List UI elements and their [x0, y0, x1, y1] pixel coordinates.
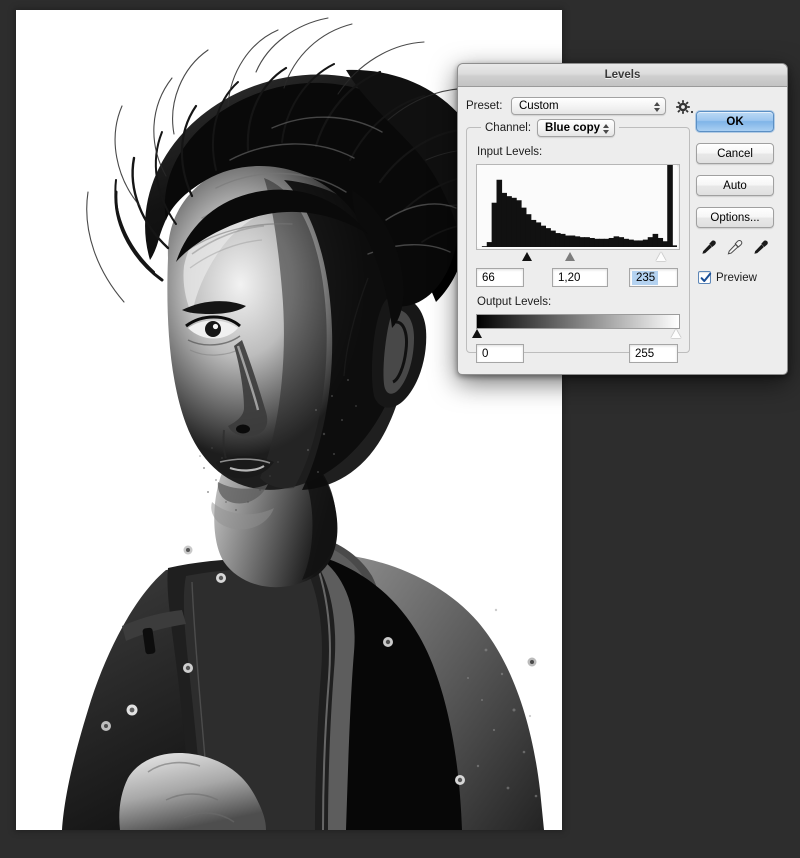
channel-label: Channel:	[485, 122, 531, 134]
input-level-sliders[interactable]	[476, 250, 678, 262]
input-gamma-value: 1,20	[553, 272, 580, 284]
input-levels-group: Channel: Blue copy Input Levels:	[466, 127, 690, 353]
levels-dialog[interactable]: Levels Preset: Custom	[457, 63, 788, 375]
gear-icon[interactable]	[676, 99, 694, 115]
preview-label: Preview	[716, 272, 757, 284]
gray-point-eyedropper-icon[interactable]	[726, 239, 743, 261]
histogram-plot	[477, 165, 677, 247]
gamma-slider[interactable]	[565, 252, 575, 261]
channel-row: Channel: Blue copy	[481, 118, 619, 138]
checkmark-icon	[700, 272, 712, 284]
preset-value: Custom	[512, 100, 559, 112]
output-black-value: 0	[477, 348, 488, 360]
black-point-slider[interactable]	[522, 252, 532, 261]
eyedropper-row	[696, 239, 778, 261]
options-button[interactable]: Options...	[696, 207, 774, 228]
black-point-eyedropper-icon[interactable]	[700, 239, 717, 261]
channel-dropdown[interactable]: Blue copy	[537, 119, 615, 137]
input-black-field[interactable]: 66	[476, 268, 524, 287]
input-white-field[interactable]: 235	[629, 268, 678, 287]
chevron-updown-icon	[652, 99, 661, 115]
input-levels-label: Input Levels:	[477, 146, 542, 158]
output-black-slider[interactable]	[472, 329, 482, 338]
dialog-title: Levels	[605, 69, 641, 81]
input-white-value: 235	[632, 271, 658, 285]
output-levels-label: Output Levels:	[477, 296, 551, 308]
output-level-sliders[interactable]	[476, 327, 678, 339]
dialog-button-column: OK Cancel Auto Options...	[696, 111, 778, 284]
auto-button[interactable]: Auto	[696, 175, 774, 196]
white-point-slider[interactable]	[656, 252, 666, 261]
input-gamma-field[interactable]: 1,20	[552, 268, 608, 287]
dialog-title-bar[interactable]: Levels	[458, 64, 787, 87]
preset-label: Preset:	[466, 100, 502, 112]
output-white-value: 255	[630, 348, 654, 360]
histogram[interactable]	[476, 164, 680, 250]
preview-checkbox[interactable]	[698, 271, 711, 284]
output-black-field[interactable]: 0	[476, 344, 524, 363]
input-black-value: 66	[477, 272, 495, 284]
chevron-updown-icon	[601, 121, 610, 137]
ok-button[interactable]: OK	[696, 111, 774, 132]
white-point-eyedropper-icon[interactable]	[752, 239, 769, 261]
desktop-background: Levels Preset: Custom	[0, 0, 800, 858]
channel-value: Blue copy	[538, 122, 600, 134]
output-white-field[interactable]: 255	[629, 344, 678, 363]
preview-row[interactable]: Preview	[696, 271, 778, 284]
output-white-slider[interactable]	[671, 329, 681, 338]
dialog-body: Preset: Custom	[458, 87, 787, 375]
cancel-button[interactable]: Cancel	[696, 143, 774, 164]
preset-dropdown[interactable]: Custom	[511, 97, 666, 115]
